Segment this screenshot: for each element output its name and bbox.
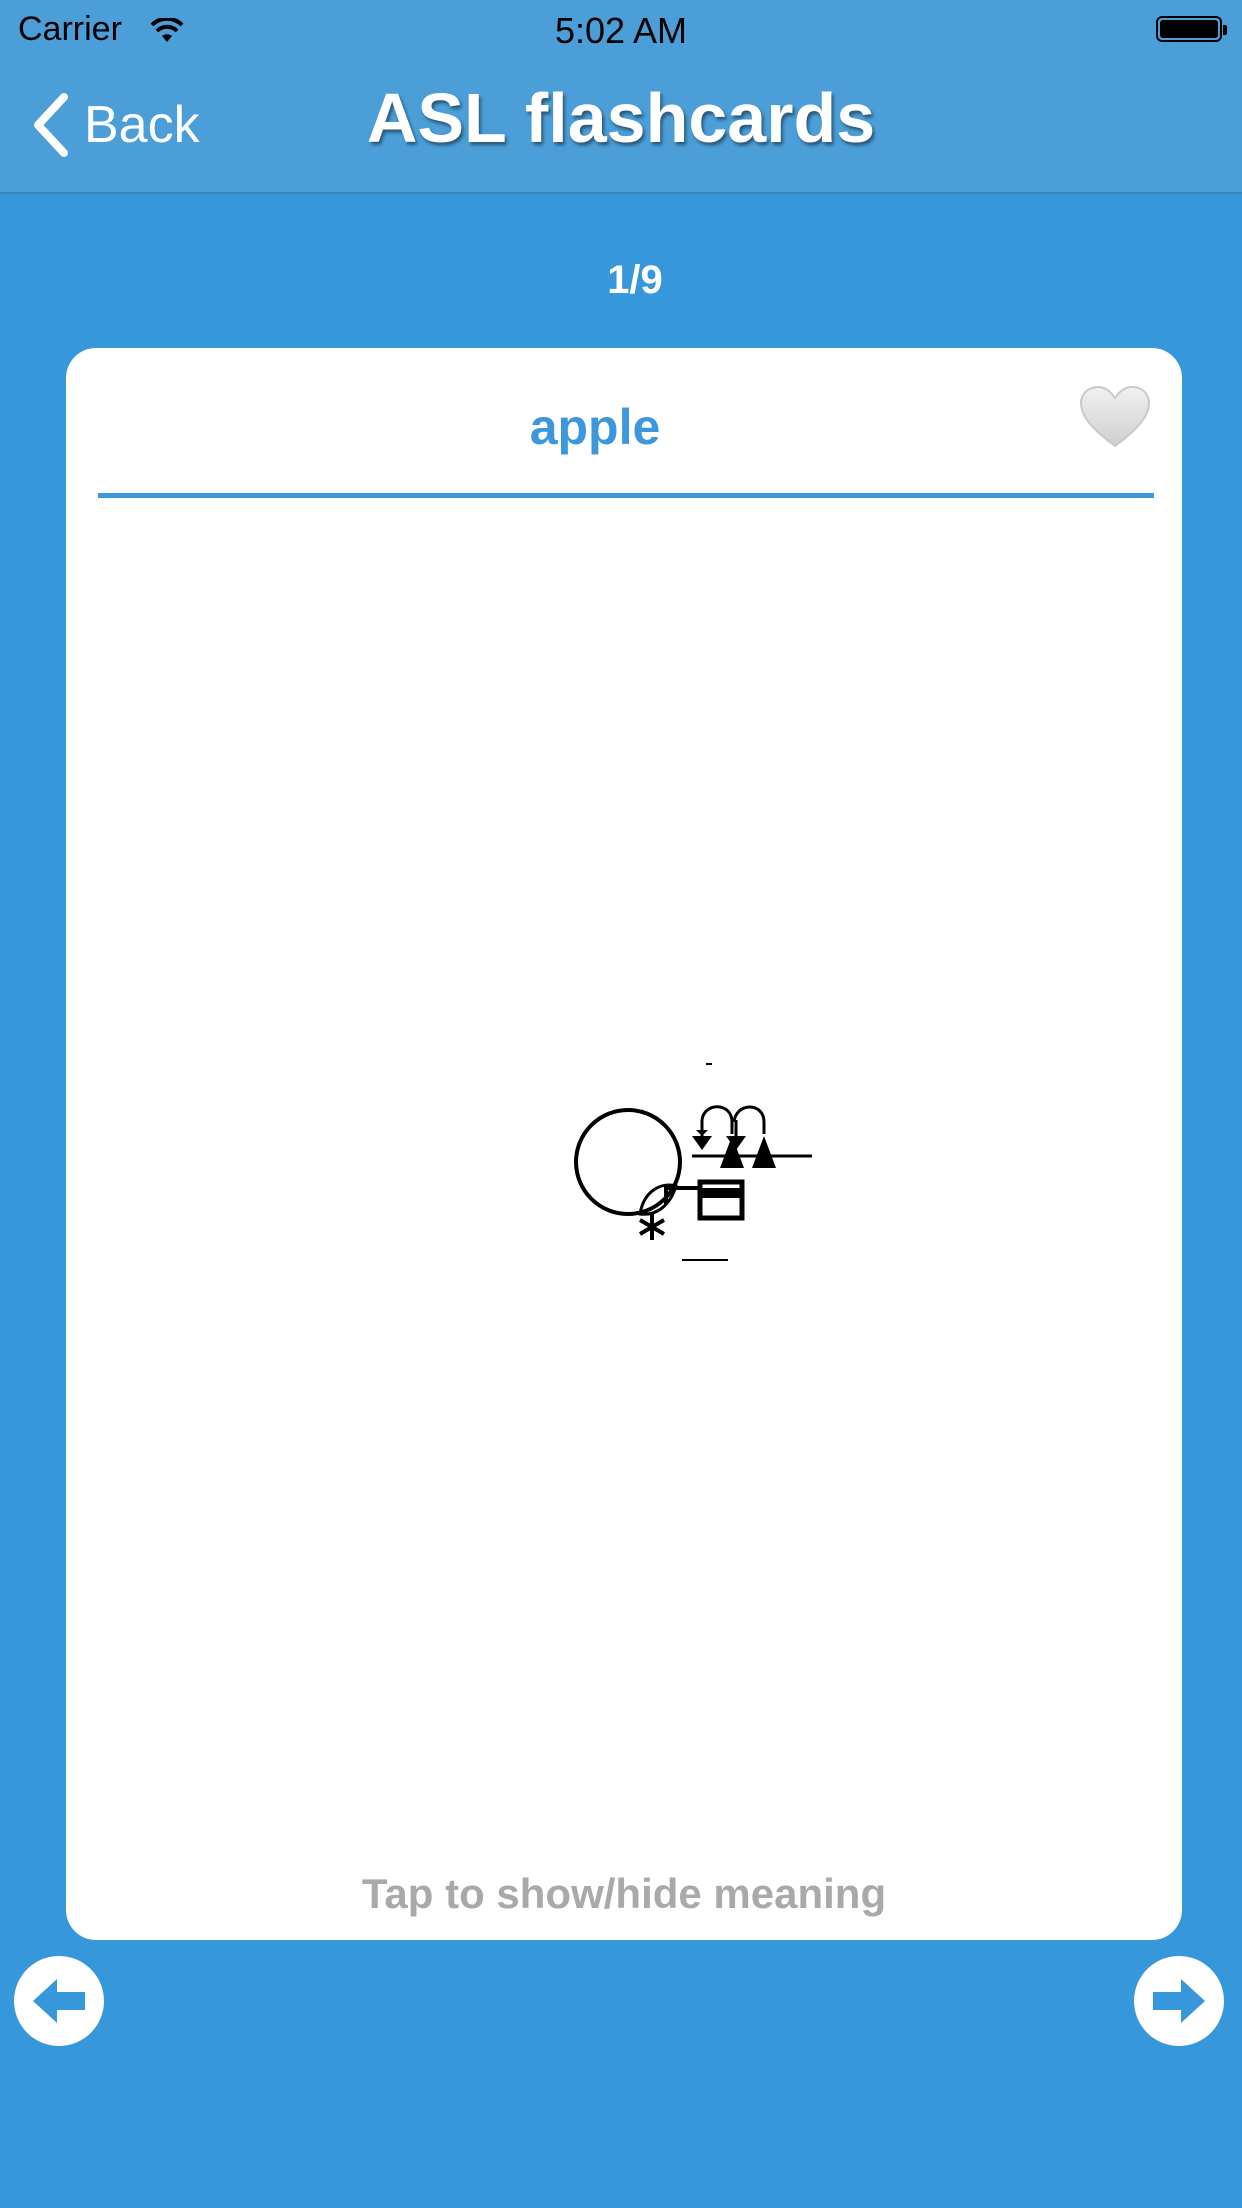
battery-icon [1156,16,1227,42]
navigation-bar: Carrier 5:02 AM Back ASL flashcards [0,0,1242,194]
arrow-left-icon [33,1979,85,2023]
flashcard[interactable]: apple Tap to show/hide meaning [66,348,1182,1940]
page-title: ASL flashcards [366,79,876,157]
card-counter: 1/9 [607,258,663,302]
sign-illustration [506,1052,826,1282]
previous-card-button[interactable] [14,1956,104,2046]
heart-icon[interactable] [1078,384,1152,450]
next-card-button[interactable] [1134,1956,1224,2046]
status-time: 5:02 AM [554,10,688,51]
tap-hint: Tap to show/hide meaning [361,1870,887,1917]
card-word: apple [529,399,661,455]
card-divider [98,493,1154,498]
status-bar: Carrier 5:02 AM [0,0,1242,60]
arrow-right-icon [1153,1979,1205,2023]
